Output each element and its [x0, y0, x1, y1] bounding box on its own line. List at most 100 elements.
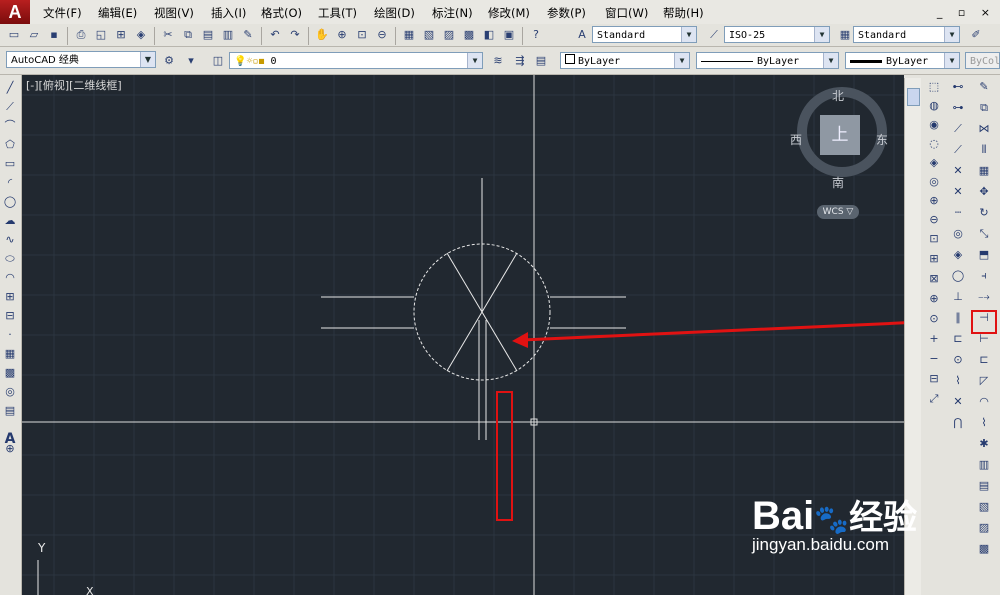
array-icon[interactable]: ▦ [975, 162, 993, 180]
snap-settings-icon[interactable]: ⋂ [949, 414, 967, 432]
viewport-label[interactable]: [-][俯视][二维线框] [26, 77, 122, 93]
cone-icon[interactable]: ◌ [925, 135, 943, 153]
send-back-icon[interactable]: ▧ [975, 498, 993, 516]
rectangle-icon[interactable]: ▭ [1, 155, 19, 173]
scroll-thumb[interactable] [907, 88, 920, 106]
sheet-set-icon[interactable]: ▩ [460, 26, 478, 44]
pan-icon[interactable]: ✋ [313, 26, 331, 44]
extend-icon[interactable]: ⤍ [975, 288, 993, 306]
compass-north[interactable]: 北 [832, 87, 844, 104]
properties-icon[interactable]: ▦ [400, 26, 418, 44]
insert-block-icon[interactable]: ⊞ [1, 288, 19, 306]
rotate-icon[interactable]: ↻ [975, 204, 993, 222]
snap-midpoint-icon[interactable]: ⟋ [949, 141, 967, 159]
zoom-dynamic-icon[interactable]: ⊞ [925, 250, 943, 268]
dim-style-select[interactable]: ISO-25 ▼ [724, 26, 830, 43]
snap-none-icon[interactable]: ✕ [949, 393, 967, 411]
menu-format[interactable]: 格式(O) [261, 5, 302, 21]
above-icon[interactable]: ▨ [975, 519, 993, 537]
3d-dwf-icon[interactable]: ◈ [132, 26, 150, 44]
construction-line-icon[interactable]: ⟋ [1, 98, 19, 116]
help-icon[interactable]: ? [527, 26, 545, 44]
layer-previous-icon[interactable]: ⇶ [511, 52, 529, 70]
markup-icon[interactable]: ◧ [480, 26, 498, 44]
tool-palettes-icon[interactable]: ▨ [440, 26, 458, 44]
wcs-menu[interactable]: WCS ▽ [817, 205, 859, 219]
arc-icon[interactable]: ◜ [1, 174, 19, 192]
snap-nearest-icon[interactable]: ⌇ [949, 372, 967, 390]
paste-block-icon[interactable]: ▥ [219, 26, 237, 44]
snap-from-icon[interactable]: ⊶ [949, 99, 967, 117]
snap-insert-icon[interactable]: ⊏ [949, 330, 967, 348]
app-logo-icon[interactable]: A [0, 0, 30, 24]
zoom-all-icon[interactable]: ⊟ [925, 370, 943, 388]
point-icon[interactable]: · [1, 326, 19, 344]
plot-preview-icon[interactable]: ◱ [92, 26, 110, 44]
menu-parametric[interactable]: 参数(P) [547, 5, 586, 21]
hatch-icon[interactable]: ▦ [1, 345, 19, 363]
blend-icon[interactable]: ⌇ [975, 414, 993, 432]
design-center-icon[interactable]: ▧ [420, 26, 438, 44]
compass-south[interactable]: 南 [832, 174, 844, 191]
paste-icon[interactable]: ▤ [199, 26, 217, 44]
linetype-select[interactable]: ByLayer ▼ [696, 52, 839, 69]
menu-modify[interactable]: 修改(M) [488, 5, 530, 21]
offset-icon[interactable]: ⫴ [975, 141, 993, 159]
zoom-scale-icon[interactable]: ⊠ [925, 270, 943, 288]
viewcube-face[interactable]: 上 [820, 115, 860, 155]
line-icon[interactable]: ╱ [1, 79, 19, 97]
zoom-center-icon[interactable]: ⊕ [925, 290, 943, 308]
menu-view[interactable]: 视图(V) [154, 5, 194, 21]
draworder-icon[interactable]: ▥ [975, 456, 993, 474]
redo-icon[interactable]: ↷ [286, 26, 304, 44]
layer-select[interactable]: 💡☼▫◼ 0 ▼ [229, 52, 483, 69]
snap-tangent-icon[interactable]: ◯ [949, 267, 967, 285]
snap-parallel-icon[interactable]: ∥ [949, 309, 967, 327]
compass-east[interactable]: 东 [876, 131, 888, 148]
copy-icon[interactable]: ⧉ [975, 99, 993, 117]
open-icon[interactable]: ▱ [25, 26, 43, 44]
text-style-select[interactable]: Standard ▼ [592, 26, 697, 43]
zoom-object-icon[interactable]: ⊙ [925, 310, 943, 328]
zoom-in-icon[interactable]: + [925, 330, 943, 348]
new-icon[interactable]: ▭ [5, 26, 23, 44]
make-current-layer-icon[interactable]: ≋ [489, 52, 507, 70]
snap-intersection-icon[interactable]: ✕ [949, 162, 967, 180]
bring-front-icon[interactable]: ▤ [975, 477, 993, 495]
chamfer-icon[interactable]: ◸ [975, 372, 993, 390]
color-select[interactable]: ByLayer ▼ [560, 52, 690, 69]
snap-node-icon[interactable]: ⊙ [949, 351, 967, 369]
explode-icon[interactable]: ✱ [975, 435, 993, 453]
subtract-icon[interactable]: ⊖ [925, 211, 943, 229]
ellipse-icon[interactable]: ⬭ [1, 250, 19, 268]
table-style-select[interactable]: Standard ▼ [853, 26, 960, 43]
window-controls[interactable]: _ ▫ × [937, 6, 996, 19]
polygon-icon[interactable]: ⬠ [1, 136, 19, 154]
compass-west[interactable]: 西 [790, 131, 802, 148]
undo-icon[interactable]: ↶ [266, 26, 284, 44]
plot-style-select[interactable]: ByColo [965, 52, 1000, 69]
workspace-select[interactable]: AutoCAD 经典 ▼ [6, 51, 156, 68]
layer-properties-icon[interactable]: ◫ [209, 52, 227, 70]
snap-apparent-icon[interactable]: ✕ [949, 183, 967, 201]
menu-insert[interactable]: 插入(I) [211, 5, 246, 21]
mirror-icon[interactable]: ⋈ [975, 120, 993, 138]
snap-perpendicular-icon[interactable]: ⊥ [949, 288, 967, 306]
scale-icon[interactable]: ⤡ [975, 225, 993, 243]
menu-edit[interactable]: 编辑(E) [98, 5, 137, 21]
cylinder-icon[interactable]: ◉ [925, 116, 943, 134]
snap-temp-track-icon[interactable]: ⊷ [949, 78, 967, 96]
wedge-icon[interactable]: ◈ [925, 154, 943, 172]
box-icon[interactable]: ⬚ [925, 78, 943, 96]
move-icon[interactable]: ✥ [975, 183, 993, 201]
below-icon[interactable]: ▩ [975, 540, 993, 558]
zoom-out-icon[interactable]: − [925, 350, 943, 368]
zoom-window-icon[interactable]: ⊡ [925, 230, 943, 248]
menu-tools[interactable]: 工具(T) [318, 5, 357, 21]
revision-cloud-icon[interactable]: ☁ [1, 212, 19, 230]
snap-quadrant-icon[interactable]: ◈ [949, 246, 967, 264]
menu-dimension[interactable]: 标注(N) [432, 5, 473, 21]
menu-window[interactable]: 窗口(W) [605, 5, 648, 21]
union-icon[interactable]: ⊕ [925, 192, 943, 210]
table-icon[interactable]: ▤ [1, 402, 19, 420]
